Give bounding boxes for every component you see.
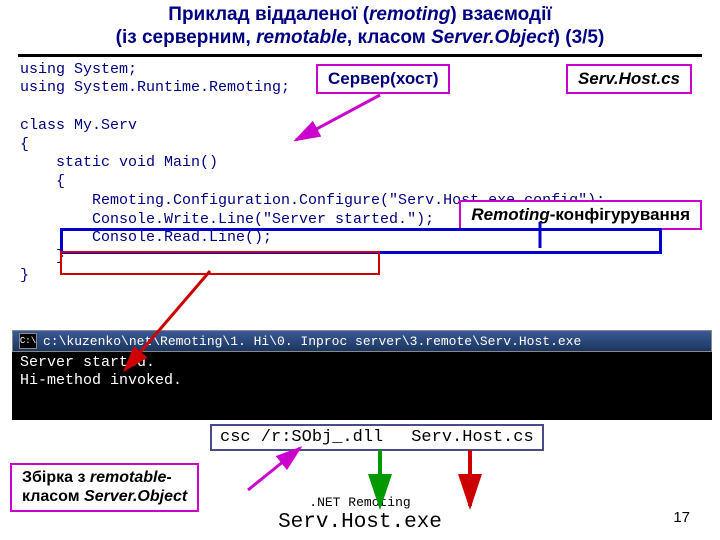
- label-remoting-config: Remoting-конфігурування: [459, 200, 702, 230]
- highlight-writeline: [60, 251, 380, 275]
- slide-title: Приклад віддаленої (remoting) взаємодії …: [0, 0, 720, 52]
- console-output: Server started. Hi-method invoked.: [12, 352, 712, 420]
- compile-command: csc /r:SObj_.dll Serv.Host.cs: [210, 424, 544, 451]
- footer: .NET Remoting Serv.Host.exe: [0, 493, 720, 534]
- footer-category: .NET Remoting: [309, 495, 410, 510]
- compile-command-right: Serv.Host.cs: [411, 428, 533, 447]
- label-server-host: Сервер(хост): [316, 64, 450, 94]
- compile-command-left: csc /r:SObj_.dll: [220, 428, 383, 447]
- page-number: 17: [673, 509, 690, 526]
- label-filename: Serv.Host.cs: [566, 64, 692, 94]
- console-icon: C:\: [19, 333, 37, 349]
- console-titlebar: C:\ c:\kuzenko\net\Remoting\1. Hi\0. Inp…: [12, 330, 712, 352]
- console-title-text: c:\kuzenko\net\Remoting\1. Hi\0. Inproc …: [43, 334, 581, 349]
- footer-exe: Serv.Host.exe: [278, 511, 442, 534]
- console-window: C:\ c:\kuzenko\net\Remoting\1. Hi\0. Inp…: [12, 330, 712, 420]
